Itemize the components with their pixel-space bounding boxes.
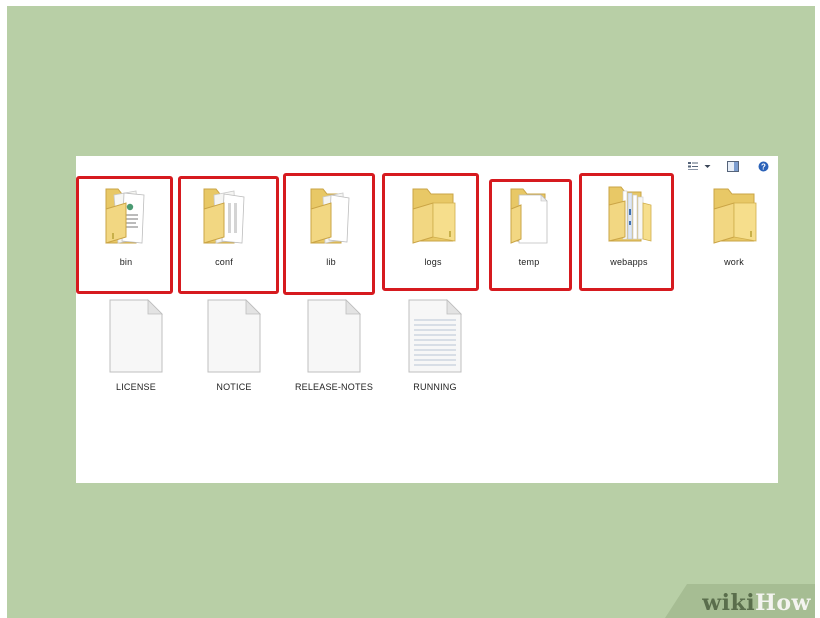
highlight-box-temp bbox=[489, 179, 572, 291]
highlight-box-logs bbox=[382, 173, 479, 291]
watermark-how: How bbox=[755, 590, 811, 616]
help-icon[interactable]: ? bbox=[756, 160, 770, 172]
highlight-box-webapps bbox=[579, 173, 674, 291]
highlight-box-conf bbox=[178, 176, 279, 294]
folder-label-work: work bbox=[724, 257, 744, 267]
file-running[interactable]: RUNNING bbox=[390, 296, 480, 392]
file-label-running: RUNNING bbox=[413, 382, 457, 392]
wikihow-watermark: wikiHow bbox=[665, 584, 815, 618]
explorer-toolbar: ? bbox=[678, 156, 778, 174]
file-label-release-notes: RELEASE-NOTES bbox=[294, 382, 374, 392]
file-release-notes[interactable]: RELEASE-NOTES bbox=[289, 296, 379, 392]
views-icon[interactable] bbox=[686, 160, 700, 172]
file-label-notice: NOTICE bbox=[216, 382, 252, 392]
watermark-text: wikiHow bbox=[702, 590, 811, 616]
document-icon bbox=[109, 299, 163, 373]
text-document-icon bbox=[408, 299, 462, 373]
watermark-wiki: wiki bbox=[702, 590, 756, 616]
file-license[interactable]: LICENSE bbox=[91, 296, 181, 392]
document-icon bbox=[207, 299, 261, 373]
empty-folder-icon bbox=[713, 188, 757, 244]
file-explorer-window: ? bin conf lib logs temp webapps work LI… bbox=[76, 156, 778, 483]
preview-pane-icon[interactable] bbox=[726, 160, 740, 172]
file-label-license: LICENSE bbox=[116, 382, 156, 392]
highlight-box-bin bbox=[76, 176, 173, 294]
file-notice[interactable]: NOTICE bbox=[189, 296, 279, 392]
chevron-down-icon[interactable] bbox=[703, 160, 711, 172]
highlight-box-lib bbox=[283, 173, 375, 295]
help-glyph: ? bbox=[761, 162, 766, 171]
folder-work[interactable]: work bbox=[689, 181, 779, 285]
document-icon bbox=[307, 299, 361, 373]
image-frame: ? bin conf lib logs temp webapps work LI… bbox=[7, 6, 815, 618]
